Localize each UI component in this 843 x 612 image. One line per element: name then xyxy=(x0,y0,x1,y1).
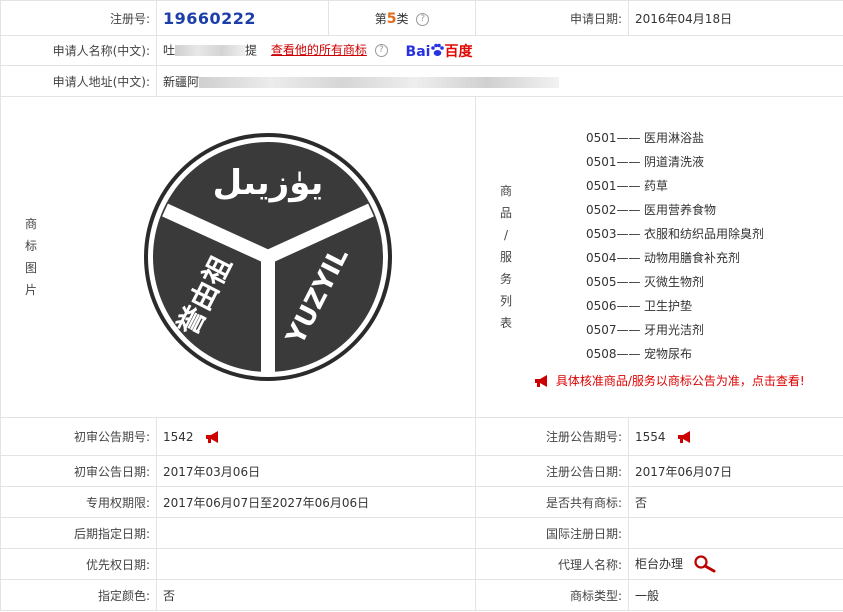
row-applicant-address: 申请人地址(中文): 新疆阿 xyxy=(0,65,843,97)
list-item: 0506—— 卫生护垫 xyxy=(586,298,693,313)
baidu-du-text: 百度 xyxy=(444,43,473,60)
image-vertical-label: 商 标 图 片 xyxy=(24,217,37,297)
applicant-name-start: 吐 xyxy=(163,43,176,57)
baidu-paw-icon xyxy=(431,43,445,56)
shared-value: 否 xyxy=(628,486,843,518)
class-number: 5 xyxy=(386,10,397,27)
row-applicant-name: 申请人名称(中文): 吐 提 查看他的所有商标 ? Bai 百度 xyxy=(0,35,843,66)
prelim-no-cell: 1542 xyxy=(156,417,476,456)
later-value xyxy=(156,517,476,549)
type-label: 商标类型: xyxy=(475,579,629,611)
list-item: 0508—— 宠物尿布 xyxy=(586,346,693,361)
prelim-date-label: 初审公告日期: xyxy=(0,455,157,487)
reg-pub-no-value: 1554 xyxy=(635,429,666,444)
shared-label: 是否共有商标: xyxy=(475,486,629,518)
list-item: 0501—— 药草 xyxy=(586,178,669,193)
reg-no-cell: 19660222 xyxy=(156,0,329,36)
list-item: 0501—— 阴道清洗液 xyxy=(586,154,705,169)
list-item: 0507—— 牙用光洁剂 xyxy=(586,322,705,337)
applicant-address-label: 申请人地址(中文): xyxy=(0,65,157,97)
question-icon[interactable]: ? xyxy=(416,12,430,26)
goods-vertical-label: 商 品 / 服 务 列 表 xyxy=(499,184,512,330)
list-item: 0504—— 动物用膳食补充剂 xyxy=(586,250,741,265)
goods-notice-link[interactable]: 具体核准商品/服务以商标公告为准，点击查看! xyxy=(534,372,843,389)
logo-arabic-text: يۈزيىل xyxy=(213,163,324,203)
row-priority: 优先权日期: 代理人名称: 柜台办理 xyxy=(0,548,843,580)
color-value: 否 xyxy=(156,579,476,611)
megaphone-icon[interactable] xyxy=(677,431,695,443)
prelim-no-value: 1542 xyxy=(163,429,194,444)
color-label: 指定颜色: xyxy=(0,579,157,611)
row-later: 后期指定日期: 国际注册日期: xyxy=(0,517,843,549)
list-item: 0503—— 衣服和纺织品用除臭剂 xyxy=(586,226,765,241)
applicant-address-cell: 新疆阿 xyxy=(156,65,843,97)
megaphone-icon[interactable] xyxy=(205,431,223,443)
trademark-logo: يۈزيىل 誉由祖 YUZYIL xyxy=(144,133,392,381)
class-suffix: 类 xyxy=(396,11,409,26)
applicant-name-end: 提 xyxy=(245,43,258,57)
intl-label: 国际注册日期: xyxy=(475,517,629,549)
list-item: 0505—— 灭微生物剂 xyxy=(586,274,705,289)
row-prelim-date: 初审公告日期: 2017年03月06日 注册公告日期: 2017年06月07日 xyxy=(0,455,843,487)
reg-no-label: 注册号: xyxy=(0,0,157,36)
prelim-date-value: 2017年03月06日 xyxy=(156,455,476,487)
row-prelim-no: 初审公告期号: 1542 注册公告期号: 1554 xyxy=(0,417,843,456)
applicant-address-start: 新疆阿 xyxy=(163,74,200,89)
redacted-address xyxy=(199,76,560,88)
reg-pub-no-cell: 1554 xyxy=(628,417,843,456)
applicant-name-label: 申请人名称(中文): xyxy=(0,35,157,66)
class-cell: 第5类 ? xyxy=(328,0,476,36)
baidu-bai-text: Bai xyxy=(405,43,431,60)
redacted-name xyxy=(175,45,246,56)
prelim-no-label: 初审公告期号: xyxy=(0,417,157,456)
agent-label: 代理人名称: xyxy=(475,548,629,580)
intl-value xyxy=(628,517,843,549)
baidu-search-button[interactable]: Bai 百度 xyxy=(405,41,473,61)
applicant-name-cell: 吐 提 查看他的所有商标 ? Bai 百度 xyxy=(156,35,843,66)
row-exclusive: 专用权期限: 2017年06月07日至2027年06月06日 是否共有商标: 否 xyxy=(0,486,843,518)
row-color: 指定颜色: 否 商标类型: 一般 xyxy=(0,579,843,611)
reg-pub-date-value: 2017年06月07日 xyxy=(628,455,843,487)
reg-pub-no-label: 注册公告期号: xyxy=(475,417,629,456)
question-icon[interactable]: ? xyxy=(374,44,388,57)
exclusive-value: 2017年06月07日至2027年06月06日 xyxy=(156,486,476,518)
row-registration: 注册号: 19660222 第5类 ? 申请日期: 2016年04月18日 xyxy=(0,0,843,36)
image-cell: 商 标 图 片 يۈزيىل 誉由祖 YUZYIL xyxy=(0,96,476,418)
all-marks-link[interactable]: 查看他的所有商标 xyxy=(271,43,367,57)
apply-date-label: 申请日期: xyxy=(475,0,629,36)
goods-cell: 商 品 / 服 务 列 表 0501—— 医用淋浴盐 0501—— 阴道清洗液 05… xyxy=(475,96,843,418)
type-value: 一般 xyxy=(628,579,843,611)
agent-cell: 柜台办理 xyxy=(628,548,843,580)
reg-pub-date-label: 注册公告日期: xyxy=(475,455,629,487)
megaphone-icon xyxy=(535,375,547,387)
row-image-goods: 商 标 图 片 يۈزيىل 誉由祖 YUZYIL 商 品 / 服 务 列 表 … xyxy=(0,96,843,418)
reg-no-value: 19660222 xyxy=(163,8,257,28)
priority-label: 优先权日期: xyxy=(0,548,157,580)
list-item: 0501—— 医用淋浴盐 xyxy=(586,130,705,145)
priority-value xyxy=(156,548,476,580)
magnifier-icon[interactable] xyxy=(693,555,717,573)
exclusive-label: 专用权期限: xyxy=(0,486,157,518)
list-item: 0502—— 医用营养食物 xyxy=(586,202,717,217)
apply-date-value: 2016年04月18日 xyxy=(628,0,843,36)
agent-value: 柜台办理 xyxy=(635,556,684,571)
class-prefix: 第 xyxy=(374,11,387,26)
goods-list: 0501—— 医用淋浴盐 0501—— 阴道清洗液 0501—— 药草 0502—— 医… xyxy=(534,126,843,389)
trademark-detail-table: 注册号: 19660222 第5类 ? 申请日期: 2016年04月18日 申请… xyxy=(0,0,843,611)
later-label: 后期指定日期: xyxy=(0,517,157,549)
